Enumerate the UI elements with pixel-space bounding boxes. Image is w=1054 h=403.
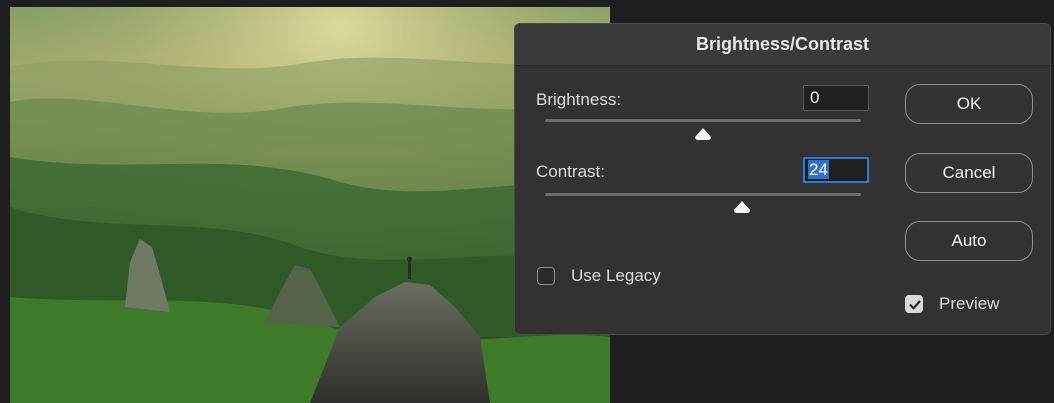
contrast-slider-track[interactable]	[545, 193, 861, 196]
checkmark-icon	[909, 300, 921, 310]
preview-checkbox[interactable]	[905, 295, 923, 313]
contrast-value-selected: 24	[808, 160, 829, 179]
brightness-slider-thumb[interactable]	[694, 127, 712, 141]
dialog-title: Brightness/Contrast	[515, 24, 1050, 66]
use-legacy-label: Use Legacy	[571, 266, 661, 285]
preview-label: Preview	[939, 294, 1000, 313]
brightness-input[interactable]: 0	[803, 85, 869, 111]
auto-button[interactable]: Auto	[905, 221, 1033, 261]
brightness-slider-track[interactable]	[545, 119, 861, 122]
cancel-button[interactable]: Cancel	[905, 153, 1033, 193]
brightness-contrast-dialog: Brightness/Contrast Brightness: 0 Contra…	[514, 23, 1051, 335]
brightness-label: Brightness:	[536, 90, 622, 109]
contrast-label: Contrast:	[536, 162, 605, 181]
use-legacy-checkbox[interactable]	[537, 267, 555, 285]
contrast-slider-thumb[interactable]	[733, 200, 751, 214]
ok-button[interactable]: OK	[905, 84, 1033, 124]
contrast-input[interactable]: 24	[803, 157, 869, 183]
